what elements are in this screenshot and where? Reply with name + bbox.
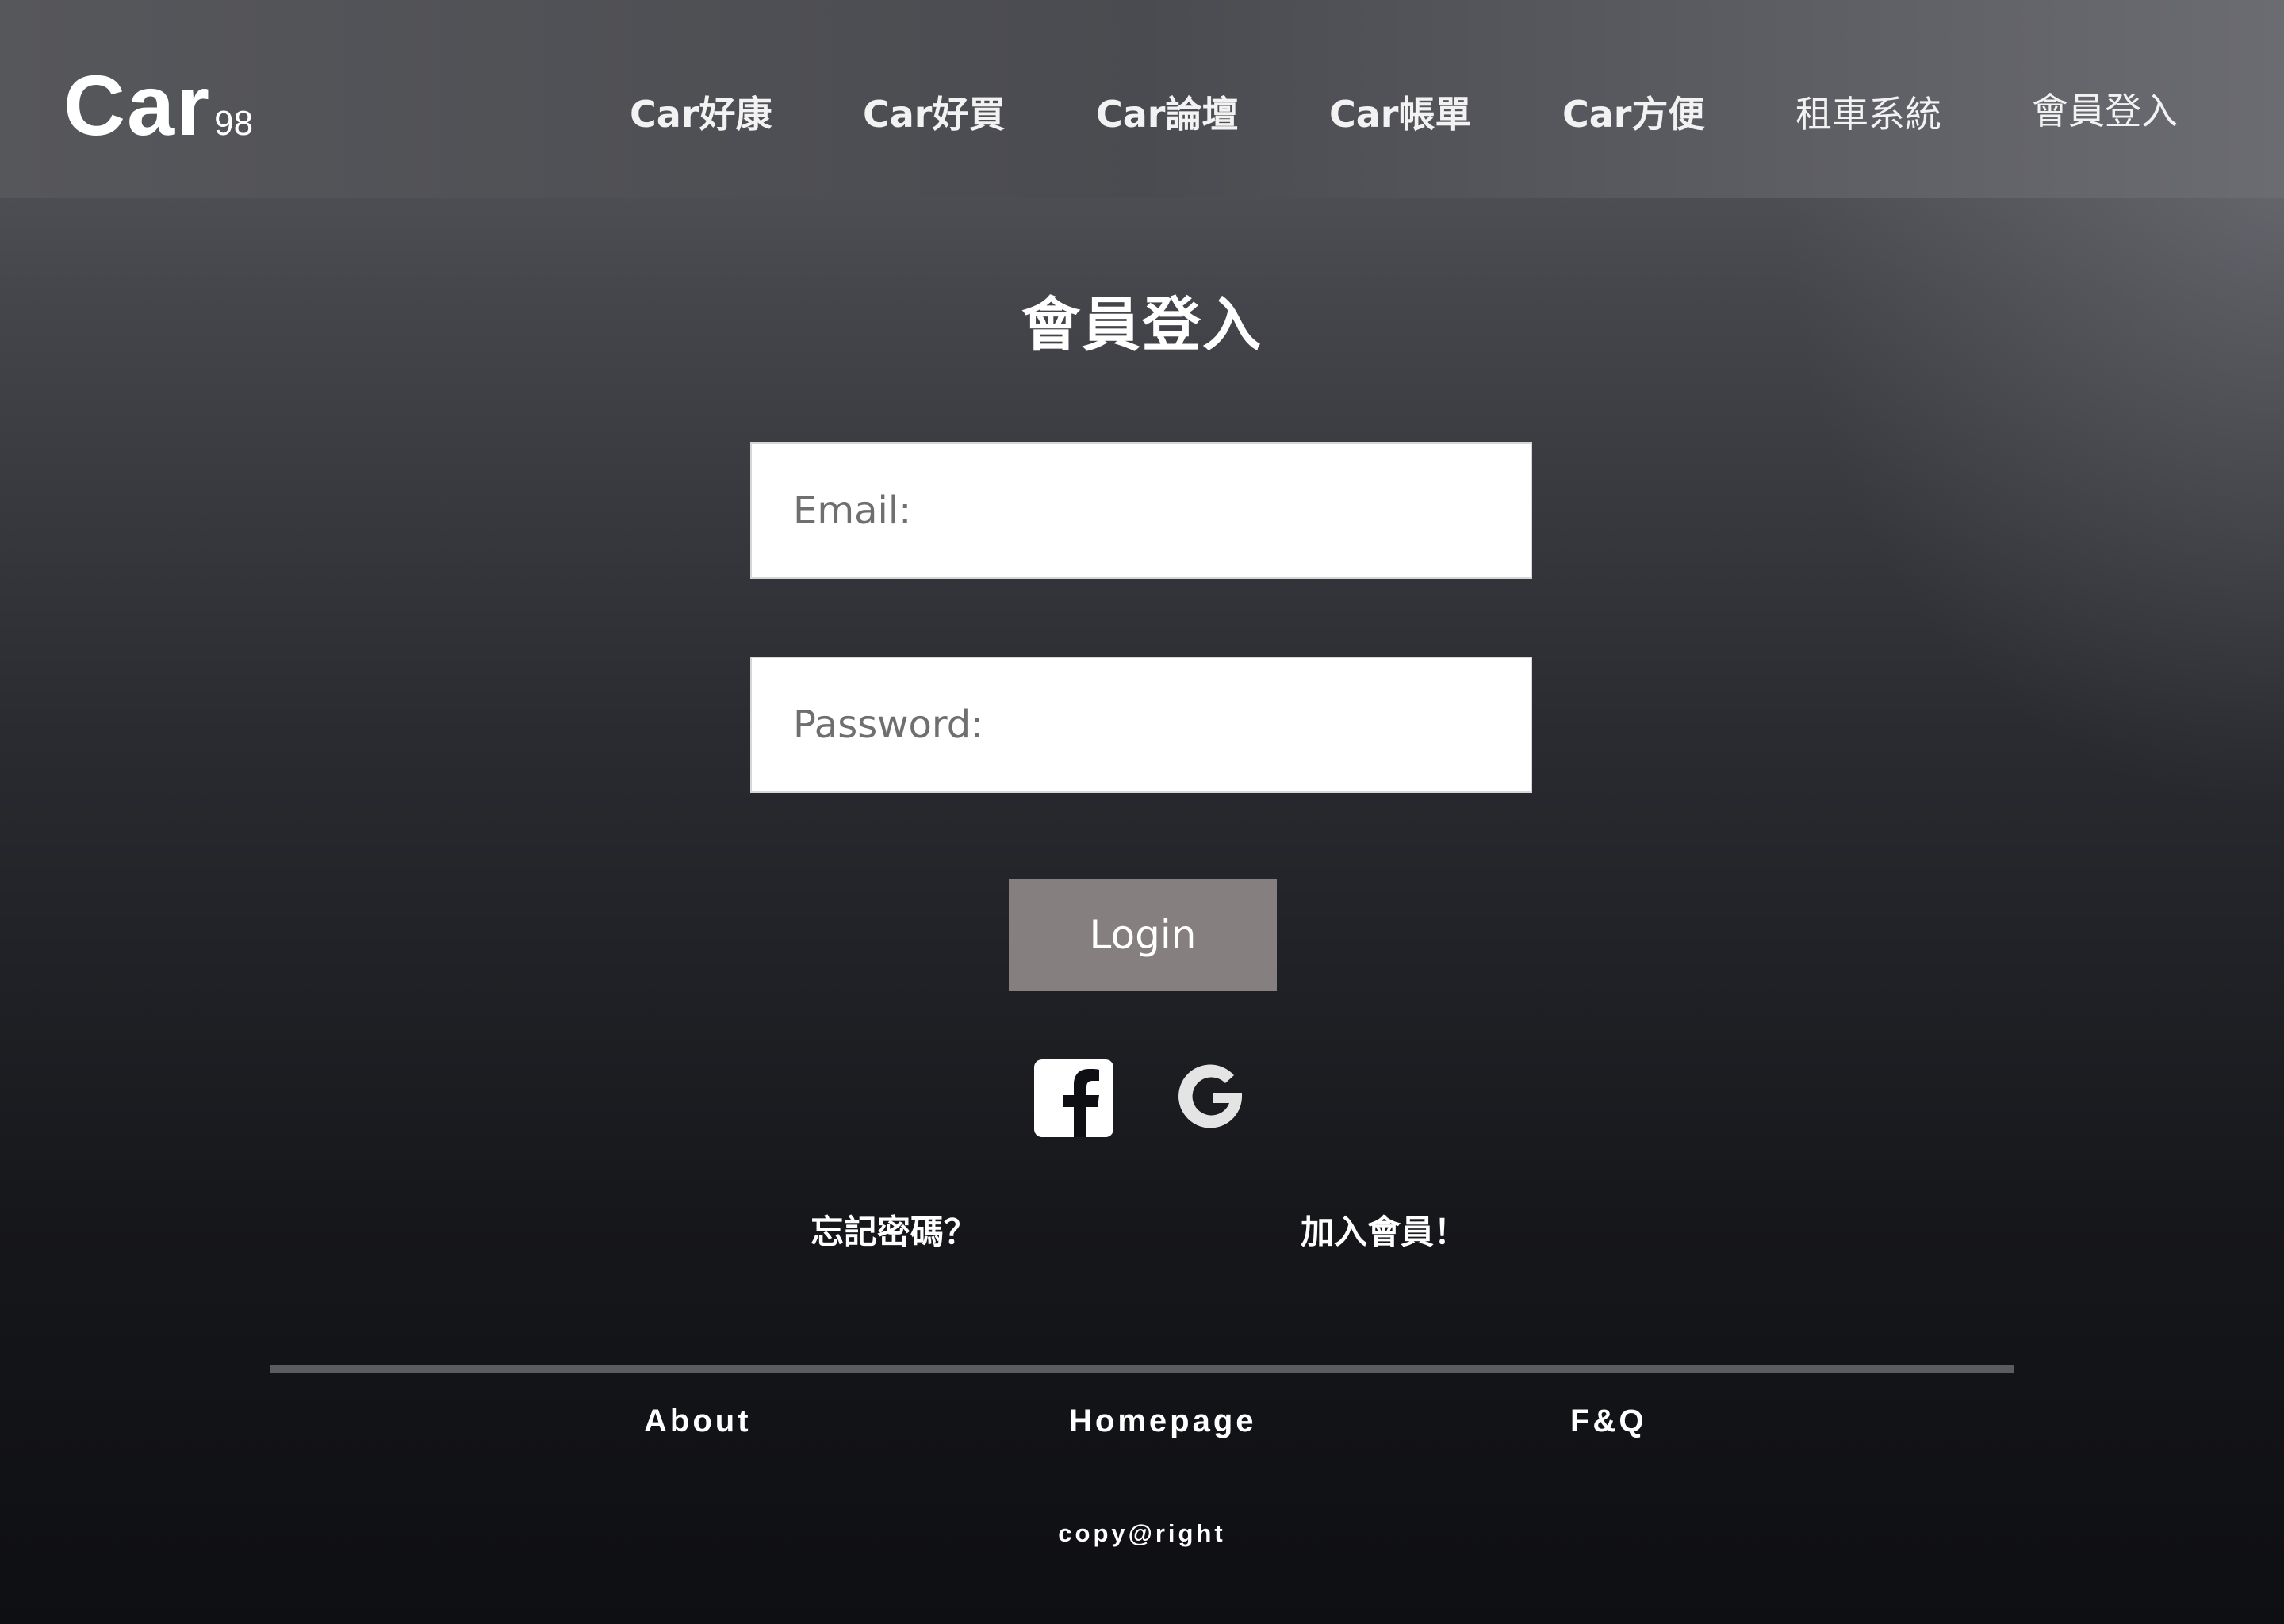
password-field-box [750, 657, 1532, 793]
password-field[interactable] [752, 658, 1531, 791]
page-title: 會員登入 [1021, 291, 1263, 359]
email-field-box [750, 442, 1532, 579]
email-field[interactable] [752, 444, 1531, 577]
footer-link-homepage[interactable]: Homepage [1069, 1404, 1257, 1439]
join-member-link[interactable]: 加入會員！ [1301, 1205, 1467, 1254]
nav-item-convenience[interactable]: Car方便 [1562, 89, 1705, 140]
footer-link-faq[interactable]: F&Q [1570, 1404, 1646, 1439]
site-logo[interactable]: Car98 [63, 62, 253, 149]
background-sheen [0, 0, 2284, 1624]
footer-link-about[interactable]: About [644, 1404, 752, 1439]
google-icon[interactable] [1175, 1061, 1248, 1134]
nav-item-member-login[interactable]: 會員登入 [2032, 86, 2178, 136]
nav-item-forum[interactable]: Car論壇 [1096, 89, 1239, 140]
logo-suffix: 98 [214, 104, 254, 143]
nav-item-bills[interactable]: Car帳單 [1329, 89, 1472, 140]
copyright-text: copy@right [1058, 1519, 1226, 1547]
facebook-icon[interactable] [1034, 1059, 1113, 1137]
login-button[interactable]: Login [1009, 879, 1277, 991]
nav-item-shop[interactable]: Car好買 [863, 89, 1006, 140]
footer-divider [270, 1365, 2014, 1373]
top-navbar: Car98 Car好康 Car好買 Car論壇 Car帳單 Car方便 租車系統… [0, 0, 2284, 198]
nav-item-deals[interactable]: Car好康 [630, 89, 772, 140]
forgot-password-link[interactable]: 忘記密碼？ [811, 1205, 977, 1254]
logo-text: Car [63, 57, 212, 153]
nav-item-car-rental[interactable]: 租車系統 [1795, 89, 1941, 140]
